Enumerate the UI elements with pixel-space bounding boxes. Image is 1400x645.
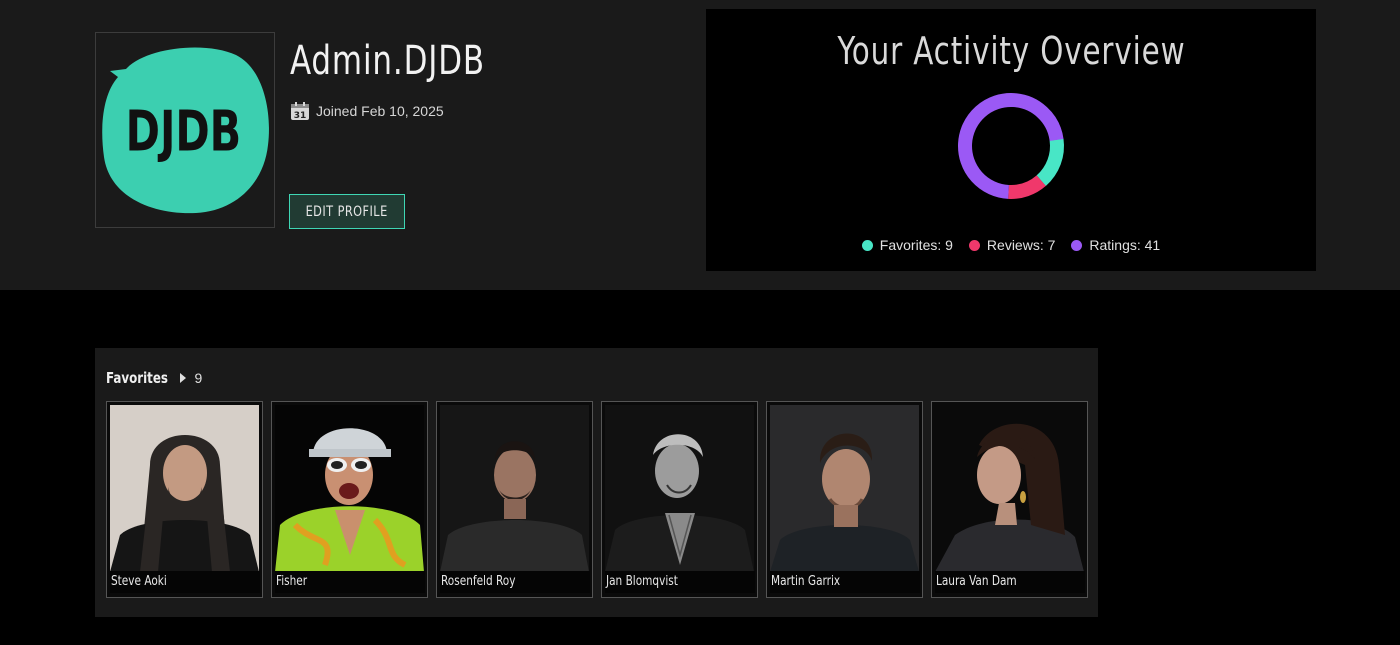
calendar-icon: 31 [290,101,310,121]
favorite-card-fisher[interactable]: Fisher [271,401,428,598]
favorite-card-laura-van-dam[interactable]: Laura Van Dam [931,401,1088,598]
favorites-count: 9 [194,370,203,386]
activity-legend: Favorites: 9 Reviews: 7 Ratings: 41 [706,237,1316,253]
legend-favorites-label: Favorites: 9 [879,237,953,253]
username: Admin.DJDB [290,38,486,84]
legend-reviews[interactable]: Reviews: 7 [968,237,1056,253]
dj-photo [275,405,424,572]
edit-profile-label: EDIT PROFILE [305,203,389,220]
dj-photo [440,405,589,572]
favorites-list: Steve Aoki Fisher Rosenfeld Roy Jan Blom… [106,401,1088,598]
legend-ratings-label: Ratings: 41 [1089,237,1161,253]
legend-reviews-dot [968,239,980,251]
dj-name: Steve Aoki [110,571,260,593]
dj-name: Laura Van Dam [935,571,1085,593]
avatar: DJDB [95,32,275,228]
dj-name: Rosenfeld Roy [440,571,590,593]
favorite-card-jan-blomqvist[interactable]: Jan Blomqvist [601,401,758,598]
caret-right-icon [180,373,187,383]
favorites-panel: Favorites 9 Steve Aoki Fisher Rosenfeld … [95,348,1098,617]
dj-photo [935,405,1084,572]
activity-title: Your Activity Overview [836,29,1186,73]
dj-name: Martin Garrix [770,571,920,593]
joined-date: 31 Joined Feb 10, 2025 [290,101,444,121]
activity-donut-chart [956,91,1066,201]
dj-photo [110,405,259,572]
djdb-logo: DJDB [102,47,269,214]
legend-reviews-label: Reviews: 7 [986,237,1056,253]
favorite-card-steve-aoki[interactable]: Steve Aoki [106,401,263,598]
dj-name: Fisher [275,571,425,593]
joined-label: Joined Feb 10, 2025 [316,103,444,119]
avatar-logo-text: DJDB [126,99,242,165]
legend-favorites-dot [861,239,873,251]
dj-name: Jan Blomqvist [605,571,755,593]
donut-slice-reviews[interactable] [956,91,1066,201]
favorites-header[interactable]: Favorites 9 [106,369,202,387]
favorites-title: Favorites [106,369,168,387]
svg-text:31: 31 [294,111,307,121]
legend-favorites[interactable]: Favorites: 9 [861,237,953,253]
favorite-card-martin-garrix[interactable]: Martin Garrix [766,401,923,598]
legend-ratings-dot [1071,239,1083,251]
favorite-card-rosenfeld-roy[interactable]: Rosenfeld Roy [436,401,593,598]
dj-photo [770,405,919,572]
dj-photo [605,405,754,572]
activity-overview-panel: Your Activity Overview Favorites: 9 Revi… [706,9,1316,271]
edit-profile-button[interactable]: EDIT PROFILE [289,194,405,229]
legend-ratings[interactable]: Ratings: 41 [1071,237,1160,253]
